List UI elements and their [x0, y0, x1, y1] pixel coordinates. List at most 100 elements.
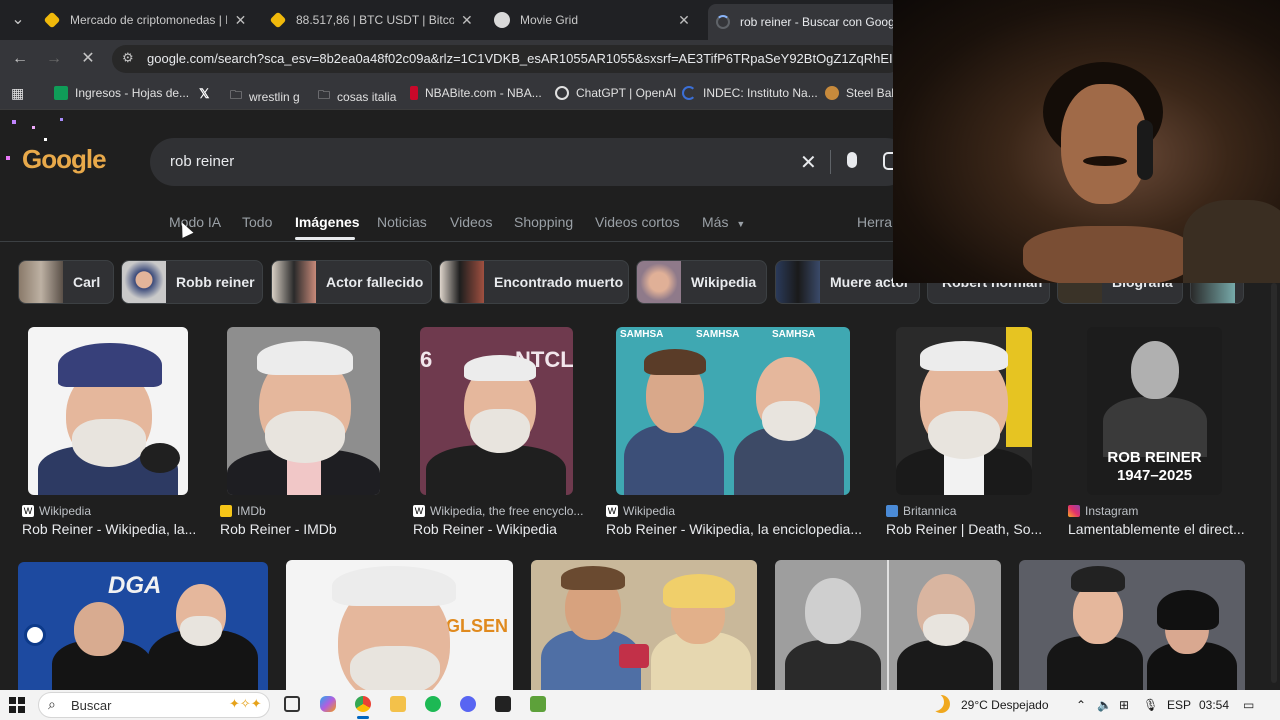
beard [470, 409, 530, 453]
binance-icon [269, 11, 287, 29]
site-settings-icon[interactable]: ⚙ [122, 50, 134, 66]
image-result[interactable] [896, 327, 1032, 495]
stop-loading-icon[interactable]: ✕ [78, 49, 98, 69]
minecraft-icon[interactable] [530, 696, 546, 712]
tab-search-icon[interactable]: ⌄ [8, 10, 28, 30]
bookmark-nbabite[interactable]: NBABite.com - NBA... [410, 86, 542, 100]
festival-number: 6 [420, 347, 433, 372]
chip-carl[interactable]: Carl [18, 260, 114, 304]
windows-start-icon[interactable] [9, 697, 25, 713]
copilot-icon[interactable] [320, 696, 336, 712]
tab-noticias[interactable]: Noticias [377, 214, 427, 230]
shirt-left [1047, 636, 1143, 690]
bookmark-chatgpt[interactable]: ChatGPT | OpenAI [555, 86, 676, 100]
network-icon[interactable]: ⊞ [1119, 698, 1129, 712]
close-tab-icon[interactable]: ✕ [460, 12, 474, 29]
discord-icon[interactable] [460, 696, 476, 712]
indec-icon [682, 86, 696, 100]
result-title[interactable]: Rob Reiner - IMDb [220, 521, 390, 537]
result-title[interactable]: Rob Reiner - Wikipedia, la... [22, 521, 198, 537]
tab-mas[interactable]: Más ▼ [702, 214, 745, 230]
forward-icon[interactable]: → [44, 49, 64, 69]
tab-imagenes[interactable]: Imágenes [295, 214, 360, 230]
image-result[interactable]: GLSEN [286, 560, 513, 690]
image-result[interactable] [28, 327, 188, 495]
webcam-hands [1023, 226, 1193, 283]
result-title[interactable]: Rob Reiner | Death, So... [886, 521, 1042, 537]
clear-search-icon[interactable]: ✕ [800, 150, 817, 175]
image-result[interactable] [531, 560, 757, 690]
close-tab-icon[interactable]: ✕ [233, 12, 248, 29]
bookmark-cosas-italia[interactable]: 🗀 cosas italia [318, 86, 396, 107]
tab-shopping[interactable]: Shopping [514, 214, 573, 230]
spotify-icon[interactable] [425, 696, 441, 712]
source-label: Wikipedia [39, 504, 92, 518]
apps-grid-icon[interactable]: ▦ [11, 85, 24, 102]
notifications-icon[interactable]: ▭ [1243, 698, 1254, 712]
bookmark-label: wrestlin g [249, 89, 300, 104]
image-result[interactable]: DGA [18, 562, 268, 690]
weather-text[interactable]: 29°C Despejado [961, 698, 1049, 712]
taskbar-search[interactable]: ⌕ Buscar ✦✧✦ [38, 692, 270, 718]
bookmark-indec[interactable]: INDEC: Instituto Na... [682, 86, 818, 100]
beard [72, 419, 146, 467]
tab-todo[interactable]: Todo [242, 214, 272, 230]
chip-encontrado-muerto[interactable]: Encontrado muerto [439, 260, 629, 304]
image-result[interactable]: ROB REINER 1947–2025 [1087, 327, 1222, 495]
imdb-icon [220, 505, 232, 517]
app-icon[interactable] [495, 696, 511, 712]
tab-videos[interactable]: Videos [450, 214, 493, 230]
tab-google-search[interactable]: rob reiner - Buscar con Google [708, 4, 908, 40]
tab-btc-usdt[interactable]: 88.517,86 | BTC USDT | Bitcoin t ✕ [262, 6, 482, 34]
face-left [805, 578, 861, 644]
bookmark-wrestling[interactable]: 🗀 wrestlin g [230, 86, 300, 107]
google-logo[interactable]: Google [22, 144, 107, 175]
task-view-icon[interactable] [284, 696, 300, 712]
tab-herramientas[interactable]: Herra [857, 214, 892, 230]
back-icon[interactable]: ← [10, 49, 30, 69]
chip-label: Robb reiner [176, 274, 255, 290]
source-label: IMDb [237, 504, 266, 518]
image-result[interactable]: NTCLA 6 [420, 327, 573, 495]
hair [464, 355, 536, 381]
chip-actor-fallecido[interactable]: Actor fallecido [271, 260, 432, 304]
wikipedia-icon: W [606, 505, 618, 517]
bookmark-ingresos[interactable]: Ingresos - Hojas de... [54, 86, 189, 100]
scrollbar-track [1271, 283, 1277, 683]
scrollbar[interactable] [1268, 283, 1280, 690]
volume-icon[interactable]: 🔈 [1097, 698, 1112, 712]
microphone-icon[interactable]: 🎙 [1143, 698, 1158, 712]
file-explorer-icon[interactable] [390, 696, 406, 712]
language-indicator[interactable]: ESP [1167, 698, 1191, 712]
chip-robb-reiner[interactable]: Robb reiner [121, 260, 263, 304]
url-text: google.com/search?sca_esv=8b2ea0a48f02c0… [147, 51, 924, 66]
instagram-icon [1068, 505, 1080, 517]
bookmark-x[interactable]: 𝕏 [199, 86, 209, 102]
shirt-left [785, 640, 881, 690]
clock[interactable]: 03:54 [1199, 698, 1229, 712]
tab-videos-cortos[interactable]: Videos cortos [595, 214, 680, 230]
chrome-icon[interactable] [355, 696, 371, 712]
bookmark-steel-ball[interactable]: Steel Ball [825, 86, 897, 100]
image-result[interactable] [227, 327, 380, 495]
microphone-icon[interactable] [847, 152, 857, 168]
source-label: Wikipedia [623, 504, 676, 518]
address-bar[interactable]: ⚙ google.com/search?sca_esv=8b2ea0a48f02… [112, 45, 924, 73]
hair-left [644, 349, 706, 375]
search-query[interactable]: rob reiner [170, 153, 234, 170]
close-tab-icon[interactable]: ✕ [676, 12, 692, 29]
chip-wikipedia[interactable]: Wikipedia [636, 260, 767, 304]
search-icon: ⌕ [48, 696, 56, 712]
image-result[interactable] [1019, 560, 1245, 690]
tab-crypto-market[interactable]: Mercado de criptomonedas | Pr ✕ [36, 6, 256, 34]
tab-movie-grid[interactable]: Movie Grid ✕ [486, 6, 700, 34]
result-title[interactable]: Lamentablemente el direct... [1068, 521, 1248, 537]
result-title[interactable]: Rob Reiner - Wikipedia, la enciclopedia.… [606, 521, 862, 537]
result-title[interactable]: Rob Reiner - Wikipedia [413, 521, 583, 537]
bookmark-label: NBABite.com - NBA... [425, 86, 542, 100]
search-box[interactable]: rob reiner ✕ [150, 138, 910, 186]
webcam-overlay [893, 0, 1280, 283]
image-result[interactable] [775, 560, 1001, 690]
chevron-up-icon[interactable]: ⌃ [1076, 698, 1086, 712]
image-result[interactable]: SAMHSA SAMHSA SAMHSA [616, 327, 850, 495]
